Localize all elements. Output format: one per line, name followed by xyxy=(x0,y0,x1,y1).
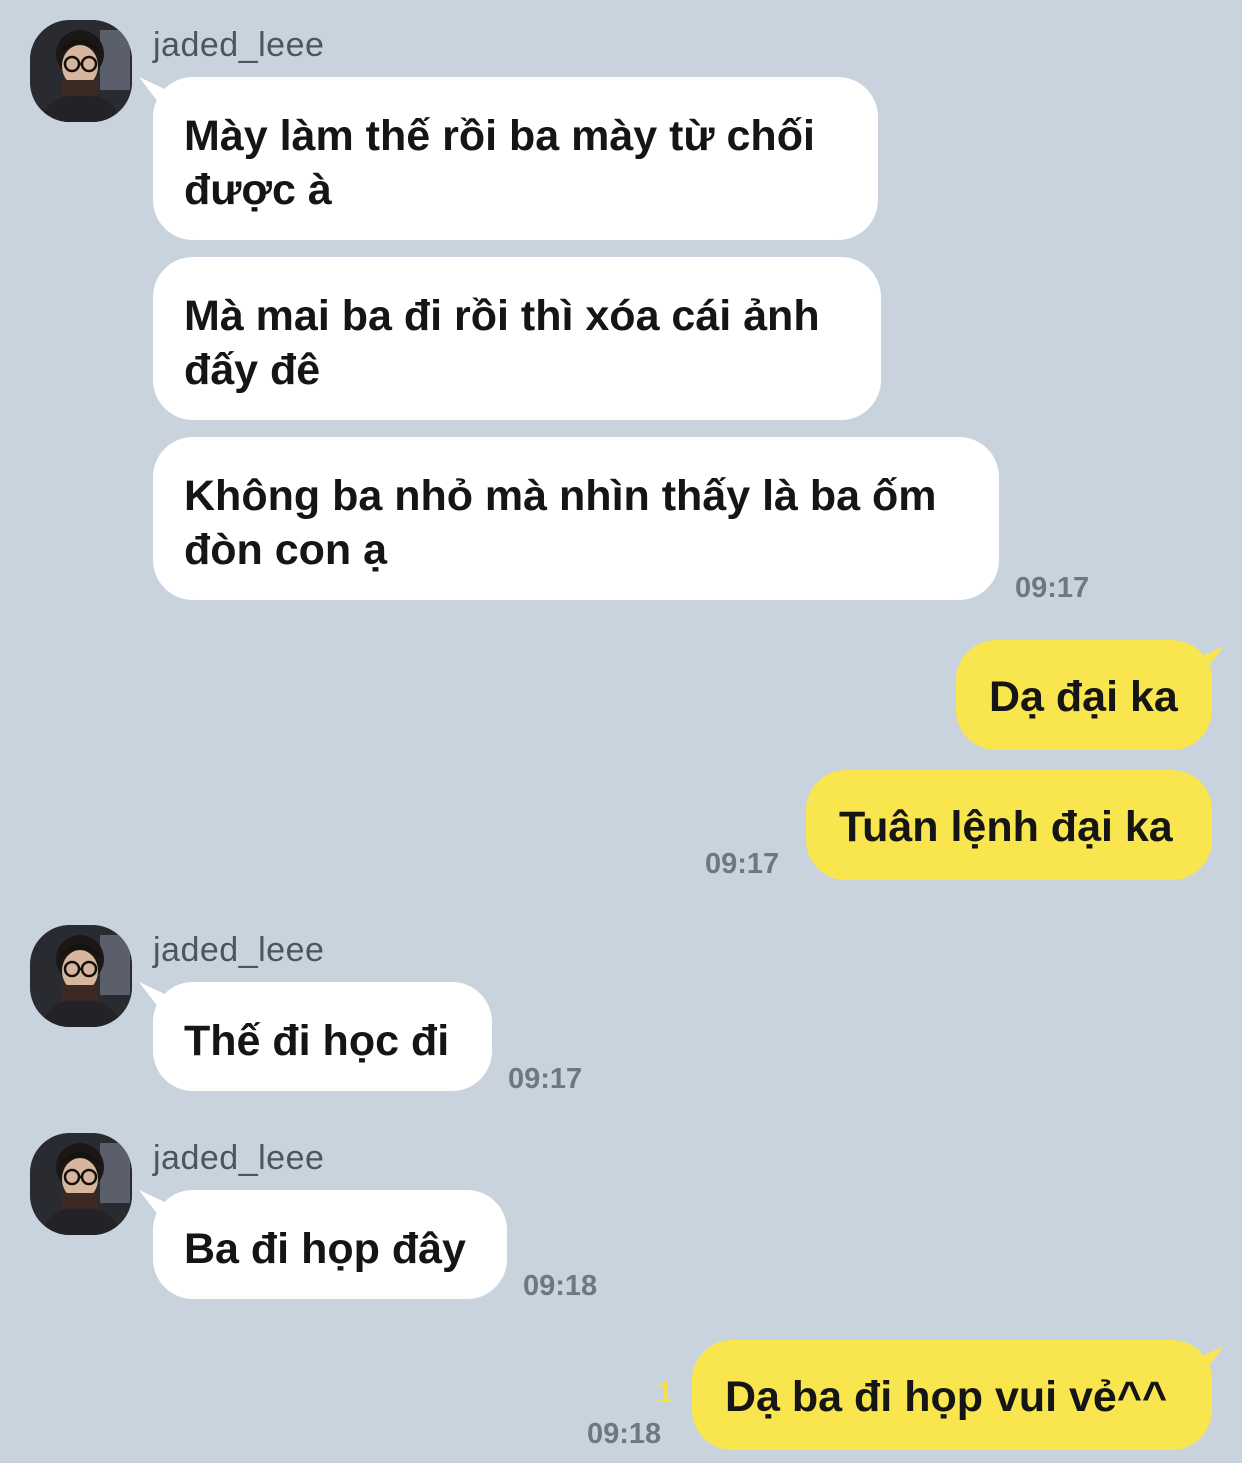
message-bubble[interactable]: Thế đi học đi xyxy=(139,982,492,1091)
sender-name: jaded_leee xyxy=(153,931,325,969)
sender-avatar[interactable] xyxy=(30,20,132,122)
bubble-tail xyxy=(139,1190,165,1225)
unread-count: 1 xyxy=(657,1377,674,1409)
message-timestamp: 09:17 xyxy=(508,1063,583,1095)
sender-avatar[interactable] xyxy=(30,925,132,1027)
profile-photo-avatar-icon xyxy=(30,1133,132,1235)
message-text: Mà mai ba đi rồi thì xóa cái ảnh đấy đê xyxy=(184,292,820,394)
message-text: Dạ đại ka xyxy=(989,673,1178,721)
profile-photo-avatar-icon xyxy=(30,925,132,1027)
message-bubble[interactable]: Mà mai ba đi rồi thì xóa cái ảnh đấy đê xyxy=(153,257,881,420)
message-text: Thế đi học đi xyxy=(184,1017,450,1065)
message-text: Không ba nhỏ mà nhìn thấy là ba ốm đòn c… xyxy=(184,472,937,574)
bubble-tail xyxy=(1198,646,1224,681)
message-bubble[interactable]: Không ba nhỏ mà nhìn thấy là ba ốm đòn c… xyxy=(153,437,999,600)
bubble-tail xyxy=(139,982,165,1017)
message-timestamp: 09:18 xyxy=(587,1418,662,1450)
message-bubble[interactable]: Dạ đại ka xyxy=(956,640,1224,750)
bubble-tail xyxy=(139,77,165,112)
message-text: Mày làm thế rồi ba mày từ chối được à xyxy=(184,112,815,214)
message-bubble[interactable]: Tuân lệnh đại ka xyxy=(806,770,1212,880)
profile-photo-avatar-icon xyxy=(30,20,132,122)
message-text: Dạ ba đi họp vui vẻ^^ xyxy=(725,1373,1168,1421)
sender-name: jaded_leee xyxy=(153,1139,325,1177)
message-bubble[interactable]: Ba đi họp đây xyxy=(139,1190,507,1299)
message-bubble[interactable]: Mày làm thế rồi ba mày từ chối được à xyxy=(139,77,878,240)
bubble-tail xyxy=(1198,1346,1224,1381)
message-timestamp: 09:17 xyxy=(705,848,780,880)
sender-name: jaded_leee xyxy=(153,26,325,64)
message-timestamp: 09:17 xyxy=(1015,572,1090,604)
message-bubble[interactable]: Dạ ba đi họp vui vẻ^^ xyxy=(692,1340,1224,1450)
sender-avatar[interactable] xyxy=(30,1133,132,1235)
message-timestamp: 09:18 xyxy=(523,1270,598,1302)
message-text: Ba đi họp đây xyxy=(184,1225,466,1273)
message-text: Tuân lệnh đại ka xyxy=(839,803,1173,851)
